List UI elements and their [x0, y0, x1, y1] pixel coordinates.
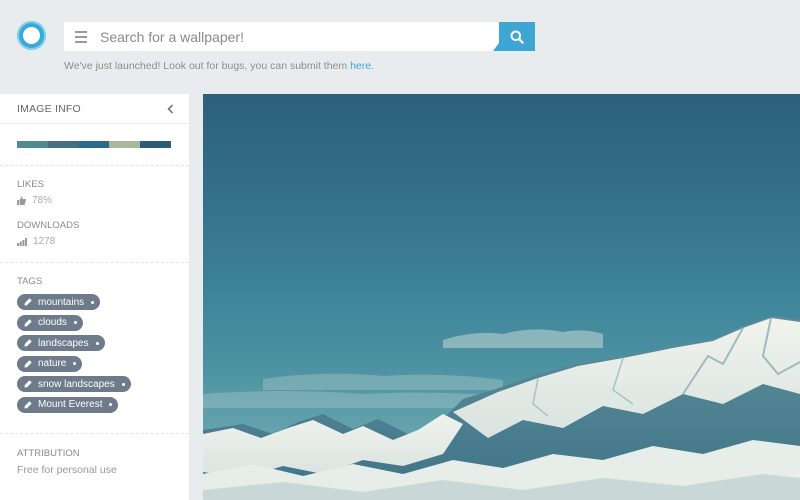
attribution-text: Free for personal use [17, 463, 117, 476]
panel-header: IMAGE INFO [0, 94, 189, 124]
divider [0, 165, 189, 166]
tag-label: clouds [38, 317, 67, 329]
tag-icon [24, 401, 32, 409]
launch-notice: We've just launched! Look out for bugs, … [64, 60, 374, 72]
tag-icon [24, 380, 32, 388]
wallpaper-image[interactable] [203, 94, 800, 500]
attribution-label: ATTRIBUTION [17, 447, 80, 459]
thumbs-up-icon [17, 196, 26, 205]
divider [0, 262, 189, 263]
color-palette [17, 141, 171, 148]
downloads-label: DOWNLOADS [17, 220, 80, 231]
downloads-stat: 1278 [17, 236, 189, 247]
tag-chip[interactable]: mountains [17, 294, 101, 310]
downloads-value: 1278 [33, 236, 56, 247]
collapse-button[interactable] [165, 103, 175, 114]
tag-chip[interactable]: nature [17, 355, 83, 372]
palette-swatch [47, 141, 79, 148]
likes-value: 78% [32, 195, 53, 206]
likes-label: LIKES [17, 179, 44, 190]
search-button[interactable] [493, 22, 535, 51]
app-logo[interactable] [17, 21, 46, 50]
tag-icon [24, 298, 32, 306]
search-icon [510, 30, 524, 44]
tag-list: mountains clouds landscapes nature snow … [17, 293, 189, 417]
image-info-panel: IMAGE INFO LIKES 78% DOWNLOADS 1278 TAGS… [0, 94, 189, 500]
search-input[interactable] [98, 22, 499, 51]
notice-suffix: . [371, 60, 374, 72]
bar-chart-icon [17, 237, 27, 246]
search-bar [64, 22, 535, 51]
tag-icon [24, 339, 32, 347]
palette-swatch [78, 141, 110, 148]
divider [0, 432, 189, 434]
tag-icon [24, 360, 32, 368]
tag-label: nature [38, 358, 67, 370]
panel-title: IMAGE INFO [17, 102, 81, 115]
palette-swatch [109, 141, 141, 148]
tag-chip[interactable]: snow landscapes [17, 376, 131, 393]
menu-icon[interactable] [64, 22, 98, 51]
palette-swatch [17, 141, 48, 148]
chevron-left-icon [166, 103, 173, 114]
tag-chip[interactable]: landscapes [17, 335, 105, 352]
tag-icon [24, 318, 32, 327]
tag-chip[interactable]: Mount Everest [17, 396, 119, 413]
tag-label: snow landscapes [38, 378, 115, 390]
bug-report-link[interactable]: here [350, 60, 371, 72]
mountain-illustration [203, 316, 800, 500]
likes-stat: 78% [17, 195, 189, 206]
tag-label: Mount Everest [38, 399, 103, 411]
tag-label: landscapes [38, 337, 89, 349]
tags-label: TAGS [17, 276, 43, 287]
tag-chip[interactable]: clouds [17, 314, 83, 331]
palette-swatch [140, 141, 171, 148]
tag-label: mountains [38, 296, 85, 308]
notice-text: We've just launched! Look out for bugs, … [64, 60, 351, 72]
